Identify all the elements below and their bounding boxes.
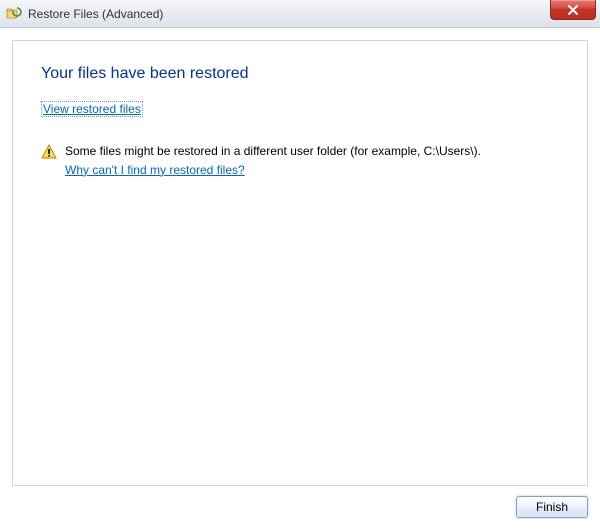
view-link-row: View restored files: [41, 101, 559, 117]
warning-icon: [41, 144, 57, 160]
content-wrapper: Your files have been restored View resto…: [0, 28, 600, 530]
warning-block: Some files might be restored in a differ…: [41, 143, 559, 179]
close-button[interactable]: [550, 0, 596, 20]
warning-message: Some files might be restored in a differ…: [65, 144, 481, 158]
restore-files-icon: [6, 6, 22, 22]
finish-button[interactable]: Finish: [516, 496, 588, 518]
warning-text: Some files might be restored in a differ…: [65, 143, 481, 179]
window-title: Restore Files (Advanced): [28, 7, 163, 21]
why-cant-find-link[interactable]: Why can't I find my restored files?: [65, 162, 245, 179]
wizard-panel: Your files have been restored View resto…: [12, 40, 588, 486]
view-restored-files-link[interactable]: View restored files: [41, 101, 143, 117]
button-row: Finish: [12, 486, 588, 518]
close-icon: [567, 5, 579, 15]
titlebar: Restore Files (Advanced): [0, 0, 600, 28]
page-heading: Your files have been restored: [41, 65, 559, 83]
restore-files-window: Restore Files (Advanced) Your files have…: [0, 0, 600, 530]
